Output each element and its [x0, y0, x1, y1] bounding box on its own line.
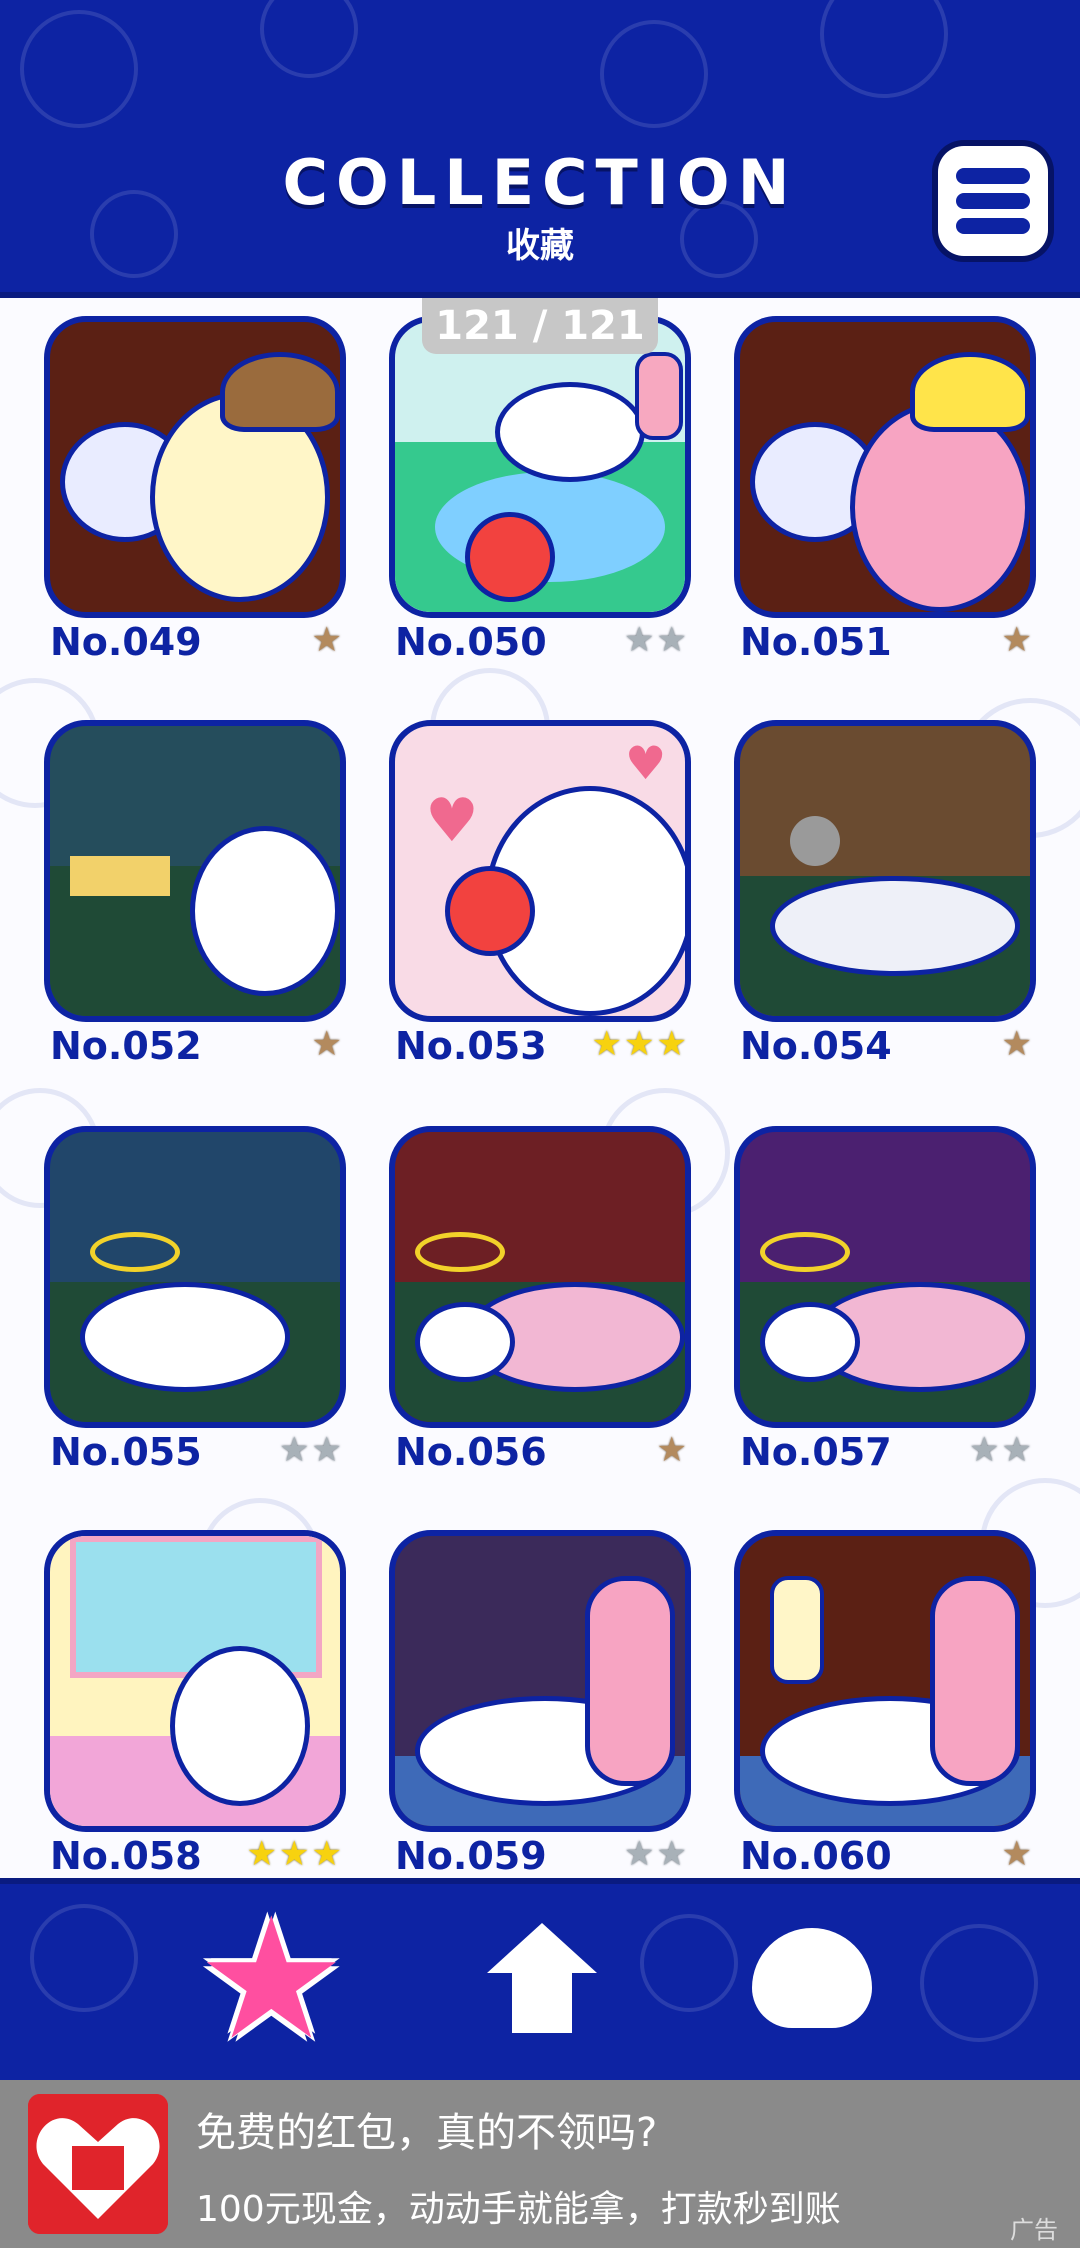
- item-stars: ★★★: [591, 1024, 689, 1064]
- item-number: No.060: [740, 1834, 892, 1878]
- doodle-decoration: [260, 0, 358, 78]
- item-number: No.056: [395, 1430, 547, 1474]
- nav-home-button[interactable]: [482, 1918, 602, 2038]
- page-title: COLLECTION: [282, 146, 798, 219]
- item-stars: ★: [1001, 620, 1034, 660]
- item-stars: ★: [1001, 1834, 1034, 1874]
- bottom-navigation: ★: [0, 1878, 1080, 2086]
- ad-title: 免费的红包，真的不领吗?: [196, 2110, 658, 2156]
- item-number: No.052: [50, 1024, 202, 1068]
- doodle-decoration: [30, 1904, 138, 2012]
- nav-collection-button[interactable]: ★: [196, 1895, 347, 2063]
- item-number: No.053: [395, 1024, 547, 1068]
- pinduoduo-logo-icon: [28, 2094, 168, 2234]
- nav-bowl-button[interactable]: [752, 1928, 872, 2028]
- ad-banner[interactable]: 免费的红包，真的不领吗? 100元现金，动动手就能拿，打款秒到账 广告: [0, 2080, 1080, 2248]
- ad-description: 100元现金，动动手就能拿，打款秒到账: [196, 2189, 841, 2230]
- ad-app-logo[interactable]: [28, 2094, 168, 2234]
- item-number: No.054: [740, 1024, 892, 1068]
- item-stars: ★: [311, 1024, 344, 1064]
- doodle-decoration: [820, 0, 948, 98]
- collection-counter: 121 / 121: [422, 298, 658, 354]
- item-number: No.057: [740, 1430, 892, 1474]
- item-stars: ★★: [624, 1834, 689, 1874]
- collection-card[interactable]: ♥ ♥: [389, 720, 691, 1022]
- item-number: No.049: [50, 620, 202, 664]
- item-stars: ★: [656, 1430, 689, 1470]
- page-subtitle: 收藏: [506, 226, 574, 266]
- item-number: No.051: [740, 620, 892, 664]
- collection-card[interactable]: [44, 1126, 346, 1428]
- collection-card[interactable]: [734, 720, 1036, 1022]
- collection-card[interactable]: [389, 1126, 691, 1428]
- item-number: No.050: [395, 620, 547, 664]
- collection-card[interactable]: [389, 316, 691, 618]
- collection-card[interactable]: [734, 1530, 1036, 1832]
- item-stars: ★★: [624, 620, 689, 660]
- item-stars: ★: [311, 620, 344, 660]
- menu-button[interactable]: [938, 146, 1048, 256]
- doodle-decoration: [600, 20, 708, 128]
- home-icon: [487, 1923, 597, 2033]
- collection-card[interactable]: [44, 720, 346, 1022]
- doodle-decoration: [640, 1914, 738, 2012]
- collection-card[interactable]: [44, 1530, 346, 1832]
- collection-card[interactable]: [44, 316, 346, 618]
- doodle-decoration: [20, 10, 138, 128]
- item-stars: ★★: [969, 1430, 1034, 1470]
- item-stars: ★: [1001, 1024, 1034, 1064]
- collection-card[interactable]: [389, 1530, 691, 1832]
- header-bar: COLLECTION 收藏: [0, 0, 1080, 298]
- item-stars: ★★★: [246, 1834, 344, 1874]
- doodle-decoration: [920, 1924, 1038, 2042]
- ad-tag: 广告: [1010, 2216, 1058, 2244]
- collection-card[interactable]: [734, 316, 1036, 618]
- star-icon: ★: [196, 1881, 347, 2077]
- collection-card[interactable]: [734, 1126, 1036, 1428]
- item-stars: ★★: [279, 1430, 344, 1470]
- item-number: No.059: [395, 1834, 547, 1878]
- collection-grid: 121 / 121 No.049 ★ No.050 ★★ No.051 ★ No…: [0, 298, 1080, 1878]
- item-number: No.058: [50, 1834, 202, 1878]
- item-number: No.055: [50, 1430, 202, 1474]
